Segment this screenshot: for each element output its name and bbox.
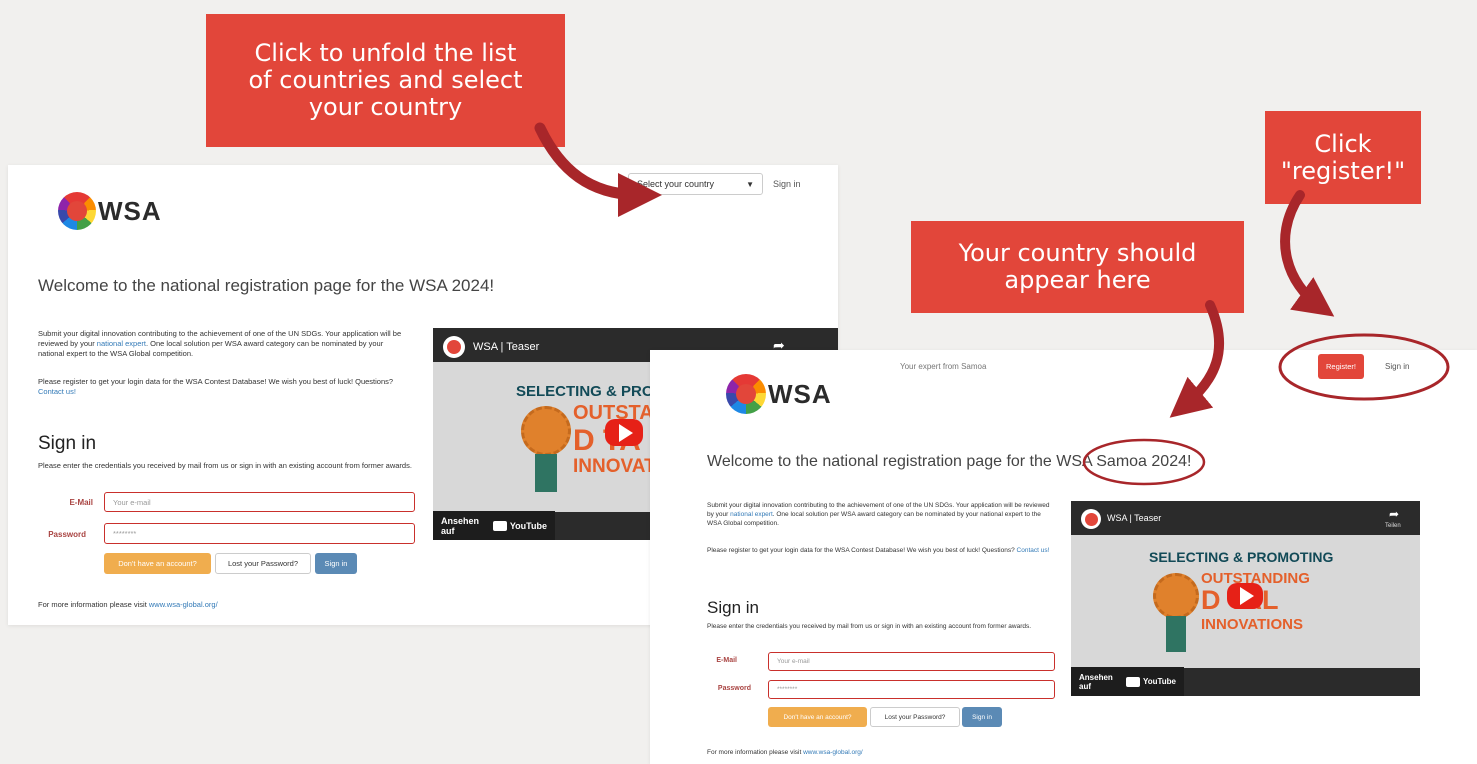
signin-link[interactable]: Sign in: [1385, 362, 1409, 371]
award-medal-icon: [1153, 573, 1199, 619]
video-line-4: INNOVATIONS: [1201, 616, 1303, 633]
share-label[interactable]: Teilen: [1385, 523, 1401, 529]
email-input[interactable]: Your e-mail: [768, 652, 1055, 671]
lost-password-button[interactable]: Lost your Password?: [215, 553, 311, 574]
signin-link[interactable]: Sign in: [773, 179, 801, 189]
video-player[interactable]: WSA | Teaser ➦ Teilen SELECTING & PROMOT…: [1071, 501, 1420, 696]
register-paragraph: Please register to get your login data f…: [707, 547, 1050, 554]
signin-heading: Sign in: [38, 433, 97, 454]
password-label: Password: [48, 530, 86, 539]
footer-text: For more information please visit www.ws…: [707, 749, 863, 756]
national-expert-link[interactable]: national expert: [730, 511, 773, 518]
award-medal-icon: [521, 406, 571, 456]
wsa-logo[interactable]: WSA: [58, 192, 162, 230]
video-channel-avatar: [443, 336, 465, 358]
no-account-button[interactable]: Don't have an account?: [104, 553, 211, 574]
right-screenshot: WSA Your expert from Samoa Register! Sig…: [650, 350, 1477, 764]
register-paragraph: Please register to get your login data f…: [38, 377, 394, 397]
callout-select-country: Click to unfold the list of countries an…: [206, 14, 565, 147]
password-input[interactable]: ********: [104, 523, 415, 544]
contact-us-link[interactable]: Contact us!: [1017, 547, 1050, 554]
arrow-to-register: [1280, 190, 1335, 317]
signin-description: Please enter the credentials you receive…: [38, 461, 412, 470]
lost-password-button[interactable]: Lost your Password?: [870, 707, 960, 727]
video-line-4: INNOVAT: [573, 456, 656, 477]
wsa-logo-text: WSA: [768, 378, 832, 409]
award-ribbon-icon: [535, 454, 557, 492]
country-select[interactable]: Select your country ▼: [628, 173, 763, 195]
no-account-button[interactable]: Don't have an account?: [768, 707, 867, 727]
wsa-logo[interactable]: WSA: [726, 374, 832, 414]
country-select-value: Select your country: [637, 179, 715, 189]
footer-text: For more information please visit www.ws…: [38, 600, 218, 609]
youtube-icon: YouTube: [492, 520, 547, 531]
password-input[interactable]: ********: [768, 680, 1055, 699]
wsa-logo-text: WSA: [98, 195, 162, 226]
intro-paragraph: Submit your digital innovation contribut…: [38, 329, 402, 359]
email-label: E-Mail: [69, 498, 93, 507]
callout-register: Click "register!": [1265, 111, 1421, 204]
play-button-icon[interactable]: [1227, 583, 1263, 609]
share-icon[interactable]: ➦: [1389, 507, 1399, 521]
watch-on-youtube[interactable]: Ansehen auf YouTube: [1071, 667, 1184, 696]
video-title[interactable]: WSA | Teaser: [1107, 513, 1161, 523]
caret-down-icon: ▼: [746, 179, 754, 189]
callout-country-appears: Your country should appear here: [911, 221, 1244, 313]
register-button[interactable]: Register!: [1318, 354, 1364, 379]
signin-description: Please enter the credentials you receive…: [707, 623, 1032, 630]
video-line-1: SELECTING & PROMOTING: [1149, 549, 1334, 565]
wsa-global-link[interactable]: www.wsa-global.org/: [149, 600, 218, 609]
wsa-logo-icon: [58, 192, 96, 230]
email-label: E-Mail: [716, 657, 737, 664]
wsa-logo-icon: [726, 374, 766, 414]
email-input[interactable]: Your e-mail: [104, 492, 415, 512]
watch-on-youtube[interactable]: Ansehen auf YouTube: [433, 511, 555, 540]
national-expert-link[interactable]: national expert: [97, 339, 146, 348]
signin-button[interactable]: Sign in: [315, 553, 357, 574]
expert-text: Your expert from Samoa: [900, 362, 987, 371]
video-channel-avatar: [1081, 509, 1101, 529]
award-ribbon-icon: [1166, 616, 1186, 652]
signin-button[interactable]: Sign in: [962, 707, 1002, 727]
contact-us-link[interactable]: Contact us!: [38, 387, 76, 396]
wsa-global-link[interactable]: www.wsa-global.org/: [803, 749, 863, 756]
intro-paragraph: Submit your digital innovation contribut…: [707, 502, 1050, 527]
welcome-heading: Welcome to the national registration pag…: [38, 276, 495, 295]
play-button-icon[interactable]: [605, 419, 643, 446]
welcome-heading: Welcome to the national registration pag…: [707, 453, 1192, 470]
password-label: Password: [717, 685, 751, 692]
signin-heading: Sign in: [707, 598, 759, 617]
video-title[interactable]: WSA | Teaser: [473, 341, 539, 353]
welcome-country: A Samoa 2024!: [1082, 453, 1192, 470]
youtube-icon: YouTube: [1125, 676, 1176, 687]
